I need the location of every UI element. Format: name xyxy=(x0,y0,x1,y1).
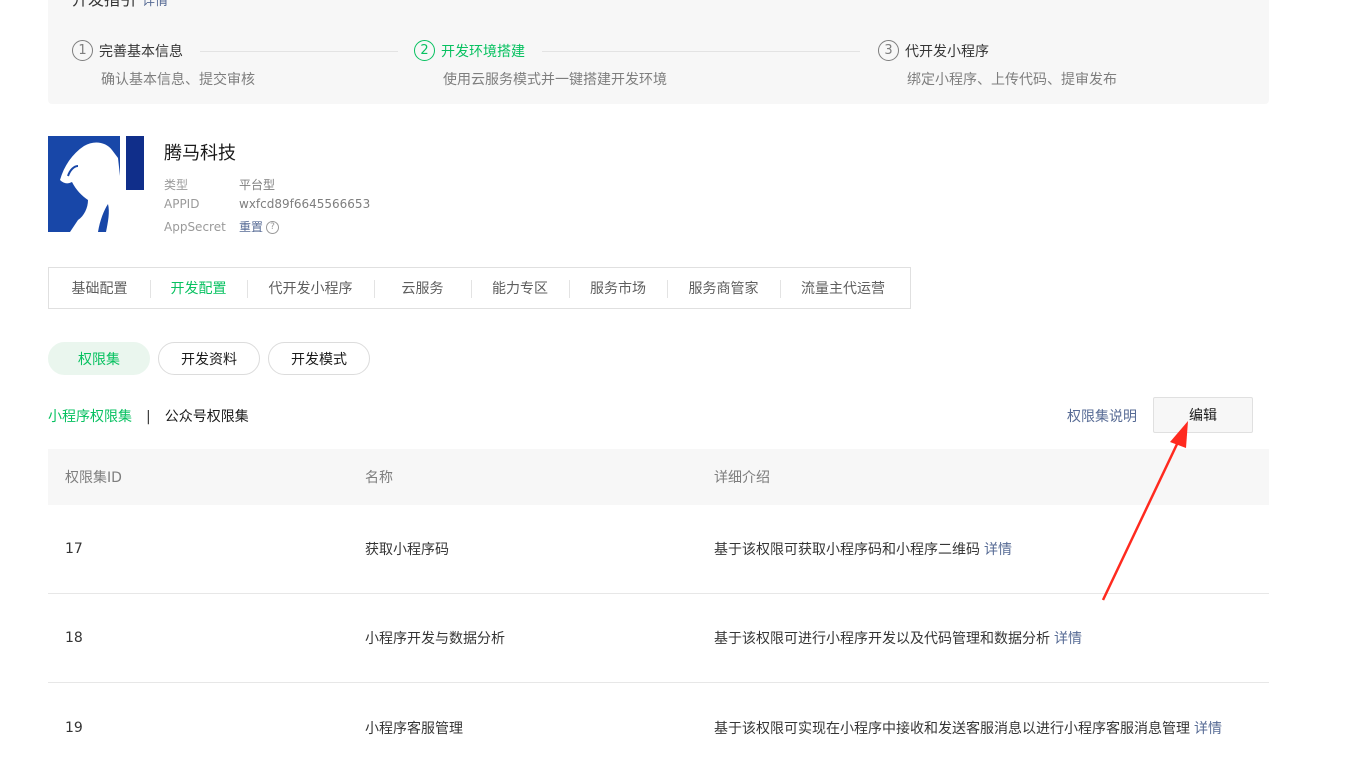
tab-basic-config[interactable]: 基础配置 xyxy=(49,268,150,308)
tab-proxy-miniprogram[interactable]: 代开发小程序 xyxy=(247,268,374,308)
pill-dev-resources[interactable]: 开发资料 xyxy=(158,342,260,375)
step-divider xyxy=(542,51,860,52)
step-label: 代开发小程序 xyxy=(905,43,989,60)
appid-value: wxfcd89f6645566653 xyxy=(239,197,371,211)
table-header: 权限集ID 名称 详细介绍 xyxy=(48,449,1269,505)
header-name: 名称 xyxy=(365,470,393,486)
table-row: 17 获取小程序码 基于该权限可获取小程序码和小程序二维码 详情 xyxy=(48,505,1269,594)
dev-guide-panel: 开发指引详情 × 1完善基本信息 确认基本信息、提交审核 2开发环境搭建 使用云… xyxy=(48,0,1269,104)
app-secret-row: AppSecret 重置? xyxy=(164,218,280,235)
subtab-miniprogram[interactable]: 小程序权限集 xyxy=(48,409,132,425)
permission-subtabs: 小程序权限集 | 公众号权限集 xyxy=(48,406,249,426)
step-1: 1 完善基本信息 确认基本信息、提交审核 xyxy=(72,40,255,88)
row-id: 17 xyxy=(65,541,83,557)
table-row: 19 小程序客服管理 基于该权限可实现在小程序中接收和发送客服消息以进行小程序客… xyxy=(48,683,1269,772)
step-2: 2 开发环境搭建 使用云服务模式并一键搭建开发环境 xyxy=(414,40,667,88)
tab-capability-zone[interactable]: 能力专区 xyxy=(471,268,569,308)
row-name: 小程序客服管理 xyxy=(365,720,463,737)
reset-secret-link[interactable]: 重置 xyxy=(239,220,263,234)
detail-link[interactable]: 详情 xyxy=(1054,631,1082,647)
app-appid-row: APPID wxfcd89f6645566653 xyxy=(164,197,370,211)
row-id: 18 xyxy=(65,630,83,646)
row-name: 获取小程序码 xyxy=(365,542,449,558)
app-logo xyxy=(48,136,144,232)
detail-link[interactable]: 详情 xyxy=(984,542,1012,558)
tab-service-manager[interactable]: 服务商管家 xyxy=(667,268,780,308)
meta-label: APPID xyxy=(164,197,200,211)
step-desc: 绑定小程序、上传代码、提审发布 xyxy=(907,72,1117,88)
subtab-official-account[interactable]: 公众号权限集 xyxy=(165,409,249,425)
table-row: 18 小程序开发与数据分析 基于该权限可进行小程序开发以及代码管理和数据分析 详情 xyxy=(48,594,1269,683)
step-desc: 确认基本信息、提交审核 xyxy=(101,72,255,88)
meta-label: AppSecret xyxy=(164,220,226,234)
section-pills: 权限集 开发资料 开发模式 xyxy=(48,342,370,375)
step-number: 2 xyxy=(414,40,435,61)
header-desc: 详细介绍 xyxy=(714,470,770,486)
app-name: 腾马科技 xyxy=(164,143,236,164)
pill-dev-mode[interactable]: 开发模式 xyxy=(268,342,370,375)
pill-permission-set[interactable]: 权限集 xyxy=(48,342,150,375)
step-3: 3 代开发小程序 绑定小程序、上传代码、提审发布 xyxy=(878,40,1117,88)
step-desc: 使用云服务模式并一键搭建开发环境 xyxy=(443,72,667,88)
tab-dev-config[interactable]: 开发配置 xyxy=(150,268,247,308)
step-label: 开发环境搭建 xyxy=(441,43,525,60)
row-desc: 基于该权限可实现在小程序中接收和发送客服消息以进行小程序客服消息管理 详情 xyxy=(714,720,1222,737)
guide-detail-link[interactable]: 详情 xyxy=(142,0,168,9)
permission-table: 权限集ID 名称 详细介绍 17 获取小程序码 基于该权限可获取小程序码和小程序… xyxy=(48,449,1269,772)
help-icon[interactable]: ? xyxy=(266,221,280,234)
permission-explain-link[interactable]: 权限集说明 xyxy=(1067,406,1137,426)
app-type-row: 类型 平台型 xyxy=(164,176,275,193)
step-number: 3 xyxy=(878,40,899,61)
meta-label: 类型 xyxy=(164,178,189,192)
row-desc: 基于该权限可进行小程序开发以及代码管理和数据分析 详情 xyxy=(714,631,1082,647)
edit-button[interactable]: 编辑 xyxy=(1153,397,1253,433)
subtab-separator: | xyxy=(146,409,151,425)
step-divider xyxy=(200,51,398,52)
header-id: 权限集ID xyxy=(65,470,122,486)
detail-link[interactable]: 详情 xyxy=(1194,721,1222,737)
row-name: 小程序开发与数据分析 xyxy=(365,631,505,647)
tab-cloud-service[interactable]: 云服务 xyxy=(374,268,471,308)
step-number: 1 xyxy=(72,40,93,61)
step-label: 完善基本信息 xyxy=(99,43,183,60)
meta-value: 平台型 xyxy=(239,178,276,192)
tab-service-market[interactable]: 服务市场 xyxy=(569,268,667,308)
main-tabs: 基础配置 开发配置 代开发小程序 云服务 能力专区 服务市场 服务商管家 流量主… xyxy=(48,267,911,309)
row-desc: 基于该权限可获取小程序码和小程序二维码 详情 xyxy=(714,542,1012,558)
tab-traffic-operation[interactable]: 流量主代运营 xyxy=(780,268,906,308)
row-id: 19 xyxy=(65,719,83,736)
guide-title: 开发指引详情 xyxy=(72,0,168,10)
